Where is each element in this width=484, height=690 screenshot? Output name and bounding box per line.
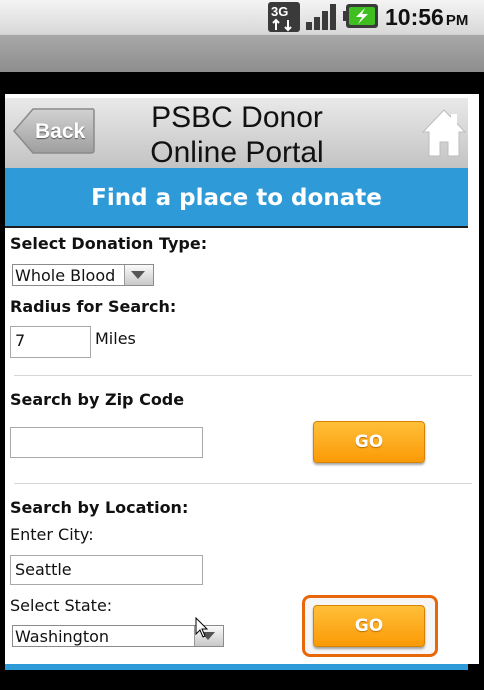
page-edge-right [479,94,484,664]
browser-title-bar [0,34,484,73]
city-value: Seattle [15,560,72,579]
zip-go-button[interactable]: GO [313,421,425,463]
home-icon[interactable] [421,108,467,162]
status-bar: 3G 10:56 PM [0,0,484,34]
battery-charging-icon [343,4,378,28]
radius-value: 7 [15,331,26,350]
section-banner: Find a place to donate [5,168,468,228]
mouse-cursor-icon [195,616,209,643]
zip-search-label: Search by Zip Code [10,390,185,409]
donation-type-label: Select Donation Type: [10,234,208,253]
back-button[interactable]: Back [13,108,95,154]
divider [14,483,472,484]
divider [14,375,472,376]
back-button-label: Back [35,120,86,143]
city-input[interactable]: Seattle [10,555,203,585]
svg-text:3G: 3G [271,4,288,19]
bottom-edge [0,670,484,690]
state-value: Washington [15,627,110,646]
location-go-button[interactable]: GO [313,605,425,647]
zip-code-input[interactable] [10,427,203,458]
clock: 10:56 PM [385,4,469,30]
radius-input[interactable]: 7 [10,326,91,358]
location-search-label: Search by Location: [10,498,189,517]
signal-strength-icon [306,4,338,30]
donation-type-value: Whole Blood [15,266,116,285]
radius-label: Radius for Search: [10,297,177,316]
network-3g-icon: 3G [268,2,300,32]
page-header: Back PSBC Donor Online Portal [5,98,468,169]
web-page: Back PSBC Donor Online Portal Find a pla… [0,94,484,664]
divider [0,72,484,94]
chevron-down-icon [124,265,153,285]
state-select[interactable]: Washington [12,625,224,647]
donation-type-select[interactable]: Whole Blood [12,264,154,286]
radius-unit: Miles [95,329,136,348]
city-label: Enter City: [10,525,94,544]
page-title: PSBC Donor Online Portal [150,101,324,169]
state-label: Select State: [10,596,113,615]
